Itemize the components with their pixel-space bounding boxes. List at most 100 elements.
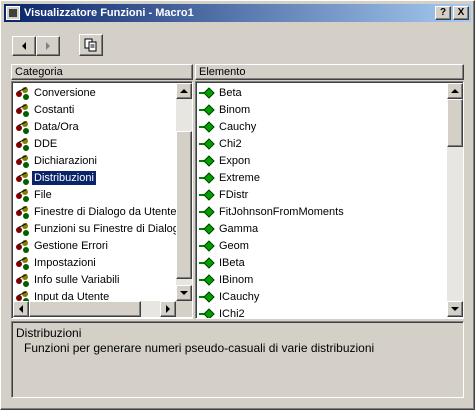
scroll-thumb[interactable]	[29, 301, 141, 317]
category-label: Finestre di Dialogo da Utente	[34, 205, 177, 218]
category-item[interactable]: File	[15, 186, 54, 203]
window-title: Visualizzatore Funzioni - Macro1	[24, 7, 194, 19]
function-icon	[199, 136, 215, 152]
scroll-up-button[interactable]	[447, 83, 463, 99]
element-item[interactable]: Extreme	[199, 169, 262, 186]
element-item[interactable]: Expon	[199, 152, 252, 169]
category-item[interactable]: Funzioni su Finestre di Dialogo	[15, 220, 187, 237]
category-label: File	[34, 188, 52, 201]
function-icon	[199, 272, 215, 288]
element-label: Geom	[219, 239, 249, 252]
category-icon	[15, 238, 31, 254]
category-item[interactable]: DDE	[15, 135, 59, 152]
scroll-down-button[interactable]	[447, 301, 463, 317]
app-icon	[6, 6, 20, 20]
function-icon	[199, 102, 215, 118]
element-vertical-scrollbar[interactable]	[447, 83, 463, 317]
category-icon	[15, 204, 31, 220]
category-icon	[15, 187, 31, 203]
element-label: IChi2	[219, 307, 245, 319]
category-label: Conversione	[34, 86, 96, 99]
arrow-left-icon	[19, 305, 23, 313]
copy-button[interactable]	[79, 34, 103, 56]
category-icon	[15, 272, 31, 288]
element-item[interactable]: Cauchy	[199, 118, 258, 135]
description-text: Funzioni per generare numeri pseudo-casu…	[24, 341, 375, 355]
element-item[interactable]: IBinom	[199, 271, 255, 288]
category-vertical-scrollbar[interactable]	[176, 83, 192, 301]
function-icon	[199, 255, 215, 271]
function-icon	[199, 85, 215, 101]
category-item[interactable]: Info sulle Variabili	[15, 271, 121, 288]
element-item[interactable]: IBeta	[199, 254, 247, 271]
element-list[interactable]: Beta Binom Cauchy Chi2 Expon Extreme FDistr Fit…	[195, 81, 464, 319]
close-button[interactable]: X	[453, 6, 469, 20]
scroll-up-button[interactable]	[176, 83, 192, 99]
function-icon	[199, 289, 215, 305]
scroll-left-button[interactable]	[13, 301, 29, 317]
function-icon	[199, 204, 215, 220]
category-label: Data/Ora	[34, 120, 79, 133]
scrollbar-corner	[176, 301, 192, 317]
arrow-up-icon	[180, 89, 188, 93]
title-bar[interactable]: Visualizzatore Funzioni - Macro1 ? X	[4, 4, 471, 22]
category-item[interactable]: Finestre di Dialogo da Utente	[15, 203, 178, 220]
copy-icon	[84, 38, 97, 52]
element-label: IBeta	[219, 256, 245, 269]
arrow-down-icon	[451, 307, 459, 311]
category-item[interactable]: Gestione Errori	[15, 237, 110, 254]
category-label: Gestione Errori	[34, 239, 108, 252]
category-label: Dichiarazioni	[34, 154, 97, 167]
category-icon	[15, 170, 31, 186]
function-icon	[199, 170, 215, 186]
category-horizontal-scrollbar[interactable]	[13, 301, 176, 317]
category-item[interactable]: Conversione	[15, 84, 98, 101]
element-item[interactable]: Beta	[199, 84, 244, 101]
category-item[interactable]: Dichiarazioni	[15, 152, 99, 169]
category-icon	[15, 119, 31, 135]
function-icon	[199, 238, 215, 254]
function-icon	[199, 153, 215, 169]
element-item[interactable]: Chi2	[199, 135, 244, 152]
arrow-down-icon	[180, 291, 188, 295]
element-item[interactable]: Gamma	[199, 220, 260, 237]
element-item[interactable]: FitJohnsonFromMoments	[199, 203, 346, 220]
category-item[interactable]: Distribuzioni	[15, 169, 96, 186]
category-item[interactable]: Data/Ora	[15, 118, 81, 135]
category-list[interactable]: Conversione Costanti Data/Ora DDE Dichiarazi…	[11, 81, 193, 319]
help-button[interactable]: ?	[435, 6, 451, 20]
function-viewer-window: Visualizzatore Funzioni - Macro1 ? X Cat…	[0, 0, 475, 410]
element-label: Binom	[219, 103, 251, 116]
scroll-thumb[interactable]	[176, 131, 192, 279]
category-label: Costanti	[34, 103, 75, 116]
element-item[interactable]: Geom	[199, 237, 251, 254]
element-header[interactable]: Elemento	[195, 64, 464, 80]
category-header[interactable]: Categoria	[11, 64, 193, 80]
element-item[interactable]: IChi2	[199, 305, 247, 319]
element-item[interactable]: ICauchy	[199, 288, 261, 305]
function-icon	[199, 306, 215, 318]
navigation-buttons	[12, 36, 60, 56]
element-label: FitJohnsonFromMoments	[219, 205, 344, 218]
category-icon	[15, 153, 31, 169]
category-label: DDE	[34, 137, 58, 150]
scroll-down-button[interactable]	[176, 285, 192, 301]
category-icon	[15, 102, 31, 118]
back-button[interactable]	[12, 36, 36, 56]
arrow-right-icon	[46, 42, 50, 50]
scroll-right-button[interactable]	[160, 301, 176, 317]
category-item[interactable]: Impostazioni	[15, 254, 98, 271]
element-label: Expon	[219, 154, 251, 167]
category-icon	[15, 221, 31, 237]
scroll-thumb[interactable]	[447, 99, 463, 147]
element-item[interactable]: FDistr	[199, 186, 250, 203]
category-label: Funzioni su Finestre di Dialogo	[34, 222, 186, 235]
element-label: Cauchy	[219, 120, 257, 133]
element-item[interactable]: Binom	[199, 101, 252, 118]
forward-button[interactable]	[36, 36, 60, 56]
function-icon	[199, 187, 215, 203]
function-icon	[199, 221, 215, 237]
category-icon	[15, 136, 31, 152]
category-item[interactable]: Costanti	[15, 101, 76, 118]
category-label: Distribuzioni	[32, 170, 96, 185]
